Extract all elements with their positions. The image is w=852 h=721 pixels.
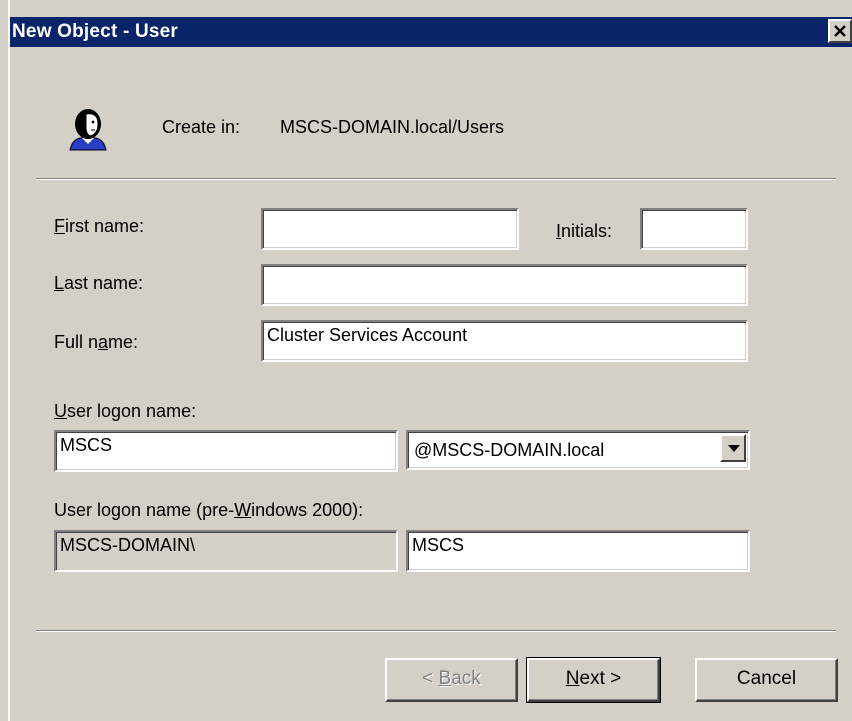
logon-name-label: User logon name:	[54, 401, 197, 421]
create-in-path: MSCS-DOMAIN.local/Users	[280, 117, 505, 137]
separator-bottom	[36, 630, 836, 632]
last-name-input[interactable]	[261, 264, 748, 306]
full-name-label: Full name:	[54, 332, 139, 352]
separator-top	[36, 178, 836, 180]
close-button[interactable]	[828, 19, 852, 43]
chevron-down-icon	[728, 445, 740, 452]
cancel-button[interactable]: Cancel	[695, 658, 838, 702]
pre2000-logon-input[interactable]: MSCS	[406, 530, 750, 572]
initials-label: Initials:	[556, 221, 613, 241]
logon-name-input[interactable]: MSCS	[54, 430, 398, 472]
title-bar[interactable]: New Object - User	[10, 17, 852, 47]
last-name-label: Last name:	[54, 273, 144, 293]
first-name-input[interactable]	[261, 208, 519, 250]
domain-select[interactable]: @MSCS-DOMAIN.local	[406, 430, 750, 470]
first-name-label: First name:	[54, 216, 145, 236]
full-name-input[interactable]: Cluster Services Account	[261, 320, 748, 362]
initials-input[interactable]	[640, 208, 748, 250]
window-left-edge	[8, 0, 10, 721]
window-title: New Object - User	[12, 21, 179, 42]
next-button[interactable]: Next >	[526, 657, 661, 703]
domain-dropdown-button[interactable]	[720, 434, 746, 462]
pre2000-label: User logon name (pre-Windows 2000):	[54, 500, 364, 520]
create-in-label: Create in:	[162, 117, 241, 137]
domain-select-value: @MSCS-DOMAIN.local	[414, 440, 605, 460]
back-button[interactable]: < Back	[385, 658, 518, 702]
close-icon	[834, 25, 846, 37]
user-icon	[69, 109, 107, 151]
pre2000-domain-field: MSCS-DOMAIN\	[54, 530, 398, 572]
